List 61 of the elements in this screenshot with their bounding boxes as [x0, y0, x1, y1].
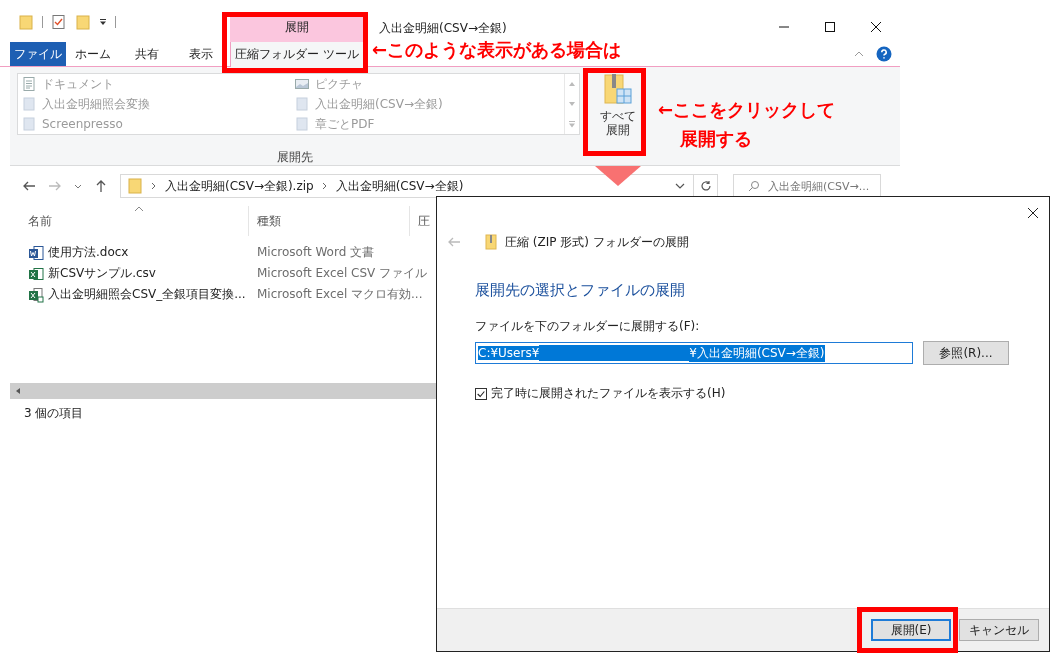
file-name-cell[interactable]: 新CSVサンプル.csv	[0, 265, 249, 282]
extract-button[interactable]: 展開(E)	[871, 619, 951, 641]
zip-folder-icon	[604, 73, 632, 105]
folder-icon	[295, 117, 309, 131]
macro-spreadsheet-icon	[28, 286, 44, 303]
file-type-cell-text: Microsoft Excel マクロ有効...	[256, 286, 423, 303]
picture-icon	[295, 77, 309, 91]
field-label: ファイルを下のフォルダーに展開する(F):	[475, 318, 701, 335]
column-header[interactable]: 種類	[249, 206, 410, 236]
search-icon	[748, 180, 760, 192]
folder-icon	[22, 117, 36, 131]
folder-icon	[127, 178, 143, 194]
annotation-text: ←ここをクリックして	[658, 98, 836, 122]
checklist-icon[interactable]	[51, 14, 67, 30]
window-title: 入出金明細(CSV→全銀)	[379, 19, 507, 37]
dropdown-icon[interactable]	[99, 18, 107, 26]
status-bar-text: 3 個の項目	[24, 405, 85, 422]
close-icon[interactable]	[1027, 207, 1039, 219]
file-name-cell[interactable]: 使用方法.docx	[0, 244, 249, 261]
dialog-title: 圧縮 (ZIP 形式) フォルダーの展開	[505, 233, 689, 251]
up-arrow-icon[interactable]	[94, 179, 108, 193]
ribbon-tab[interactable]: 表示	[174, 42, 228, 66]
file-name-cell[interactable]: 入出金明細照会CSV_全銀項目変換...	[0, 286, 249, 303]
destination-path-field[interactable]: C:¥Users¥ ¥入出金明細(CSV→全銀)	[475, 342, 913, 364]
spreadsheet-icon	[28, 265, 44, 282]
ribbon-tab[interactable]: ホーム	[66, 42, 120, 66]
refresh-icon	[699, 180, 712, 192]
browse-button[interactable]: 参照(R)...	[923, 341, 1009, 365]
ribbon-tab[interactable]: ファイル	[10, 42, 66, 66]
recent-dropdown-icon[interactable]	[74, 182, 82, 190]
checkbox-label: 完了時に展開されたファイルを表示する(H)	[491, 385, 726, 402]
scroll-left-icon[interactable]	[14, 387, 22, 395]
cancel-button[interactable]: キャンセル	[959, 619, 1039, 641]
annotation-text: ←このような表示がある場合は	[372, 38, 622, 62]
help-icon[interactable]	[876, 46, 892, 62]
folder-icon	[295, 97, 309, 111]
column-header[interactable]: 名前	[0, 206, 249, 236]
ribbon-tab[interactable]: 圧縮フォルダー ツール	[230, 42, 364, 67]
extract-all-button[interactable]: すべて 展開	[592, 67, 644, 165]
collapse-ribbon-icon[interactable]	[854, 49, 864, 59]
breadcrumb-item[interactable]: 入出金明細(CSV→全銀)	[335, 177, 464, 195]
document-icon	[22, 77, 36, 91]
sort-caret-icon	[133, 206, 144, 212]
breadcrumb-item[interactable]: 入出金明細(CSV→全銀).zip	[165, 177, 314, 195]
chevron-icon[interactable]	[321, 182, 328, 190]
checkbox[interactable]	[475, 387, 487, 400]
maximize-icon[interactable]	[824, 21, 836, 33]
back-arrow-icon[interactable]	[22, 179, 36, 193]
file-type-cell-text: Microsoft Word 文書	[256, 244, 375, 261]
dialog-heading: 展開先の選択とファイルの展開	[475, 281, 686, 300]
zip-folder-icon	[483, 234, 499, 250]
ribbon-tab[interactable]: 共有	[120, 42, 174, 66]
group-label: 展開先	[276, 149, 314, 166]
dropdown-icon[interactable]	[675, 181, 685, 191]
close-icon[interactable]	[870, 21, 882, 33]
chevron-icon[interactable]	[151, 182, 157, 190]
folder-icon	[22, 97, 36, 111]
word-document-icon	[28, 244, 44, 261]
file-type-cell-text: Microsoft Excel CSV ファイル	[256, 265, 428, 282]
pointer-triangle	[595, 166, 641, 186]
annotation-text: 展開する	[680, 127, 752, 151]
